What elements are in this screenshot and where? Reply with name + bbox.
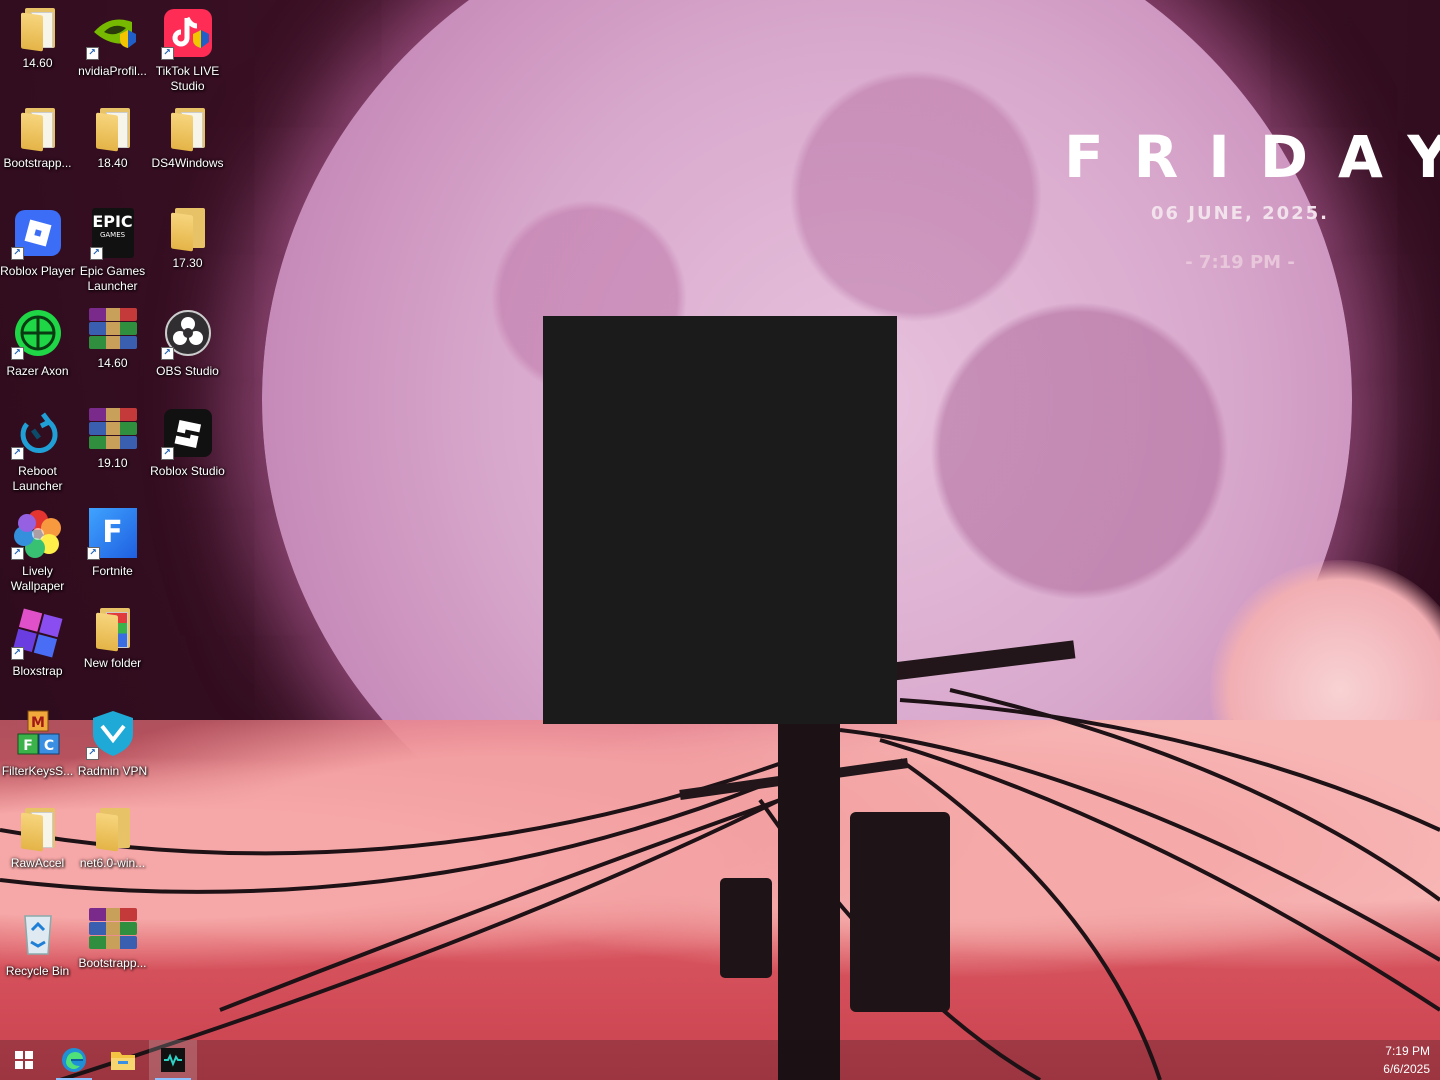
desktop-icon-folder[interactable]: 18.40 (75, 104, 150, 171)
widget-day: FRIDAY (1064, 123, 1440, 191)
epic-games-icon: EPIC GAMES ↗ (89, 208, 134, 260)
icon-label: 14.60 (22, 56, 53, 70)
edge-icon (62, 1048, 86, 1072)
icon-label: Fortnite (92, 564, 133, 578)
icon-label: Radmin VPN (77, 764, 148, 778)
desktop-icon-folder[interactable]: 14.60 (0, 4, 75, 71)
folder-icon (94, 108, 132, 152)
winrar-archive-icon (88, 308, 137, 350)
svg-text:M: M (31, 715, 45, 731)
taskbar-wallpaper-app-button[interactable] (149, 1040, 197, 1080)
icon-label: FilterKeysS... (1, 764, 74, 778)
filterkeys-icon: M F C (13, 708, 63, 758)
tiktok-live-icon: ↗ (160, 8, 213, 60)
desktop-icon-lively-wallpaper[interactable]: ↗ Lively Wallpaper (0, 504, 75, 594)
desktop-icon-epic-games-launcher[interactable]: EPIC GAMES ↗ Epic Games Launcher (75, 204, 150, 294)
icon-label: Bootstrapp... (3, 156, 72, 170)
desktop-icon-roblox-player[interactable]: ↗ Roblox Player (0, 204, 75, 279)
roblox-icon: ↗ (10, 208, 63, 260)
roblox-studio-icon: ↗ (160, 408, 213, 460)
icon-label: 18.40 (97, 156, 128, 170)
recycle-bin-icon (13, 908, 63, 958)
tray-time: 7:19 PM (1385, 1044, 1430, 1058)
icon-label: DS4Windows (151, 156, 224, 170)
folder-icon (19, 808, 57, 852)
desktop-icon-archive[interactable]: 14.60 (75, 304, 150, 371)
icon-label: Recycle Bin (5, 964, 70, 978)
windows-icon (15, 1051, 33, 1069)
wallpaper-transformer (720, 878, 772, 978)
folder-icon (169, 108, 207, 152)
clock-widget: FRIDAY 06 JUNE, 2025. - 7:19 PM - (1050, 123, 1440, 273)
icon-label: Bloxstrap (12, 664, 63, 678)
desktop-icon-folder[interactable]: 17.30 (150, 204, 225, 271)
taskbar (0, 1040, 1440, 1080)
widget-time: - 7:19 PM - (1185, 252, 1295, 273)
desktop-icon-roblox-studio[interactable]: ↗ Roblox Studio (150, 404, 225, 479)
icon-label: Reboot Launcher (12, 464, 63, 493)
folder-icon (19, 8, 57, 52)
wallpaper-utility-pole (778, 700, 840, 1080)
radmin-vpn-icon: ↗ (85, 708, 138, 760)
svg-text:F: F (23, 738, 33, 754)
icon-label: OBS Studio (156, 364, 219, 378)
icon-label: Lively Wallpaper (10, 564, 65, 593)
desktop-icon-folder[interactable]: DS4Windows (150, 104, 225, 171)
lively-wallpaper-icon: ↗ (10, 508, 63, 560)
desktop-icon-filterkeys[interactable]: M F C FilterKeysS... (0, 704, 75, 779)
system-tray-clock[interactable]: 7:19 PM 6/6/2025 (1383, 1042, 1430, 1078)
svg-text:C: C (43, 738, 53, 754)
folder-icon (94, 608, 132, 652)
bloxstrap-icon: ↗ (10, 608, 63, 660)
desktop-icon-archive[interactable]: 19.10 (75, 404, 150, 471)
fortnite-icon: F ↗ (86, 508, 137, 560)
icon-label: 14.60 (97, 356, 128, 370)
desktop-icon-folder[interactable]: RawAccel (0, 804, 75, 871)
icon-label: RawAccel (10, 856, 65, 870)
folder-icon (94, 808, 132, 852)
desktop-icon-radmin-vpn[interactable]: ↗ Radmin VPN (75, 704, 150, 779)
desktop-icon-fortnite[interactable]: F ↗ Fortnite (75, 504, 150, 579)
desktop-icon-tiktok-live-studio[interactable]: ↗ TikTok LIVE Studio (150, 4, 225, 94)
desktop-icon-folder[interactable]: Bootstrapp... (0, 104, 75, 171)
reboot-launcher-icon: ↗ (10, 408, 63, 460)
icon-label: TikTok LIVE Studio (155, 64, 220, 93)
icon-label: Epic Games Launcher (79, 264, 146, 293)
icon-label: Bootstrapp... (78, 956, 147, 970)
tray-date: 6/6/2025 (1383, 1062, 1430, 1076)
desktop-icon-nvidia-profile[interactable]: ↗ nvidiaProfil... (75, 4, 150, 79)
winrar-archive-icon (88, 908, 137, 950)
folder-icon (19, 108, 57, 152)
nvidia-icon: ↗ (85, 8, 138, 60)
desktop-icon-razer-axon[interactable]: ↗ Razer Axon (0, 304, 75, 379)
desktop-icon-folder[interactable]: New folder (75, 604, 150, 671)
widget-date: 06 JUNE, 2025. (1150, 203, 1330, 224)
folder-icon (111, 1052, 135, 1070)
desktop-icon-recycle-bin[interactable]: Recycle Bin (0, 904, 75, 979)
winrar-archive-icon (88, 408, 137, 450)
icon-label: Razer Axon (6, 364, 69, 378)
start-button[interactable] (0, 1040, 48, 1080)
desktop-icon-obs-studio[interactable]: ↗ OBS Studio (150, 304, 225, 379)
redacted-window (543, 316, 897, 724)
desktop-icon-reboot-launcher[interactable]: ↗ Reboot Launcher (0, 404, 75, 494)
icon-label: net6.0-win... (79, 856, 146, 870)
icon-label: 17.30 (172, 256, 203, 270)
folder-icon (169, 208, 207, 252)
icon-label: Roblox Studio (150, 464, 225, 478)
desktop-icon-archive[interactable]: Bootstrapp... (75, 904, 150, 971)
taskbar-file-explorer-button[interactable] (99, 1040, 147, 1080)
icon-label: 19.10 (97, 456, 128, 470)
desktop-icon-bloxstrap[interactable]: ↗ Bloxstrap (0, 604, 75, 679)
icon-label: nvidiaProfil... (78, 64, 147, 78)
obs-icon: ↗ (160, 308, 213, 360)
wallpaper-transformer (850, 812, 950, 1012)
desktop-icon-folder[interactable]: net6.0-win... (75, 804, 150, 871)
icon-label: New folder (83, 656, 142, 670)
icon-label: Roblox Player (0, 264, 75, 278)
taskbar-edge-button[interactable] (50, 1040, 98, 1080)
waveform-app-icon (161, 1048, 185, 1072)
razer-axon-icon: ↗ (10, 308, 63, 360)
